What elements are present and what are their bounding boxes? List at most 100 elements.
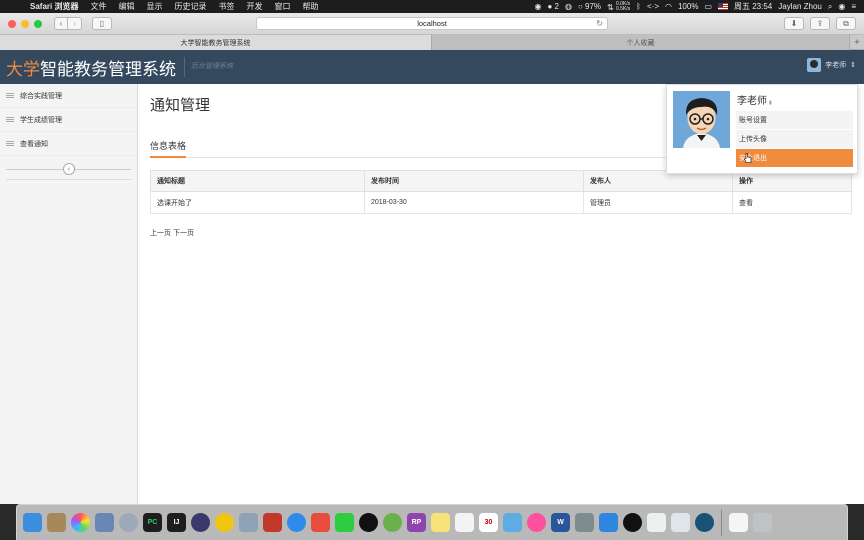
tab-label: 大学智能教务管理系统	[180, 39, 251, 47]
axure-rp-icon[interactable]: RP	[407, 513, 426, 532]
sidebar-item-practice[interactable]: 综合实践管理	[0, 84, 137, 108]
menu-develop[interactable]: 开发	[240, 1, 268, 12]
table-row: 选课开始了 2018-03-30 管理员 查看	[150, 191, 852, 214]
share-button[interactable]: ⇪	[810, 17, 830, 30]
word-icon[interactable]: W	[551, 513, 570, 532]
photos-icon[interactable]	[71, 513, 90, 532]
qq-icon[interactable]	[359, 513, 378, 532]
view-link[interactable]: 查看	[732, 191, 852, 214]
web-page: 大学智能教务管理系统 后台管理系统 李老师 ⇕ 综合实践管理 学生成绩管理 查看…	[0, 50, 864, 504]
stickies-icon[interactable]	[431, 513, 450, 532]
app-header: 大学智能教务管理系统 后台管理系统 李老师 ⇕	[0, 50, 864, 84]
collapse-sidebar-icon[interactable]: ‹	[63, 163, 75, 175]
calendar-icon[interactable]: 30	[479, 513, 498, 532]
reload-icon[interactable]: ↻	[596, 19, 603, 28]
column-header-time: 发布时间	[364, 170, 584, 192]
menu-window[interactable]: 窗口	[268, 1, 296, 12]
prev-page-link[interactable]: 上一页	[150, 230, 171, 237]
bluetooth-icon[interactable]: ᛒ	[636, 2, 641, 11]
preview-icon[interactable]	[95, 513, 114, 532]
menu-edit[interactable]: 编辑	[112, 1, 140, 12]
sidebar-item-grades[interactable]: 学生成绩管理	[0, 108, 137, 132]
logout-item[interactable]: 安全退出	[736, 149, 853, 167]
notice-table: 通知标题 发布时间 发布人 操作 选课开始了 2018-03-30 管理员 查看	[150, 170, 852, 214]
sidebar-item-label: 查看通知	[20, 140, 48, 148]
notes-book-icon[interactable]	[47, 513, 66, 532]
downloads-button[interactable]: ⬇	[784, 17, 804, 30]
sidebar-item-notices[interactable]: 查看通知	[0, 132, 137, 156]
script-editor-icon[interactable]	[647, 513, 666, 532]
cell-title: 选课开始了	[150, 191, 365, 214]
zoom-window-icon[interactable]	[34, 19, 42, 28]
trash-icon[interactable]	[753, 513, 772, 532]
music-player-icon[interactable]	[383, 513, 402, 532]
tomcat-icon[interactable]	[215, 513, 234, 532]
finder-icon[interactable]	[23, 513, 42, 532]
window-controls	[8, 19, 42, 28]
record-icon[interactable]: ◉	[534, 2, 541, 11]
user-name-menubar[interactable]: Jaylan Zhou	[778, 2, 822, 11]
app-title: 大学智能教务管理系统	[6, 55, 176, 80]
sidebar-toggle-button[interactable]: ▯	[92, 17, 112, 30]
notification-icon[interactable]: ● 2	[547, 2, 559, 11]
database-icon[interactable]	[239, 513, 258, 532]
battery-circle-icon[interactable]: ○ 97%	[578, 2, 601, 11]
redis-icon[interactable]	[263, 513, 282, 532]
maps-icon[interactable]	[503, 513, 522, 532]
tabs-overview-button[interactable]: ⧉	[836, 17, 856, 30]
baidu-netdisk-icon[interactable]	[599, 513, 618, 532]
app-title-rest: 智能教务管理系统	[40, 59, 176, 79]
eclipse-icon[interactable]	[191, 513, 210, 532]
launchpad-icon[interactable]	[119, 513, 138, 532]
tab-label: 个人收藏	[626, 39, 655, 47]
next-page-link[interactable]: 下一页	[173, 230, 194, 237]
menu-view[interactable]: 显示	[140, 1, 168, 12]
minimize-window-icon[interactable]	[21, 19, 29, 28]
address-bar[interactable]: localhost ↻	[256, 17, 608, 30]
tab-bar: 大学智能教务管理系统 个人收藏 +	[0, 35, 864, 50]
input-source-flag-icon[interactable]	[718, 3, 729, 10]
code-icon[interactable]: <·>	[647, 2, 659, 11]
battery-icon[interactable]: ▭	[704, 2, 712, 11]
tab-academic-system[interactable]: 大学智能教务管理系统	[0, 35, 432, 50]
siri-icon[interactable]: ◉	[838, 2, 845, 11]
toolbar-right: ⬇ ⇪ ⧉	[784, 17, 856, 30]
qq-alt-icon[interactable]	[623, 513, 642, 532]
reminders-icon[interactable]	[455, 513, 474, 532]
notification-center-icon[interactable]: ≡	[851, 2, 856, 11]
menu-help[interactable]: 帮助	[296, 1, 324, 12]
wechat-status-icon[interactable]: ◍	[565, 2, 572, 11]
java-icon[interactable]	[671, 513, 690, 532]
close-window-icon[interactable]	[8, 19, 16, 28]
user-name: 李老师	[825, 62, 847, 69]
menu-history[interactable]: 历史记录	[168, 1, 212, 12]
wifi-icon[interactable]: ◠	[665, 2, 672, 11]
remote-desktop-icon[interactable]	[311, 513, 330, 532]
back-button[interactable]: ‹	[54, 17, 68, 30]
url-text: localhost	[417, 19, 447, 28]
menu-bookmarks[interactable]: 书签	[212, 1, 240, 12]
menu-lines-icon	[6, 117, 14, 122]
datetime[interactable]: 周五 23:54	[734, 1, 772, 12]
system-preferences-icon[interactable]	[575, 513, 594, 532]
upload-avatar-item[interactable]: 上传头像	[736, 130, 853, 148]
macos-menubar: Safari 浏览器 文件 编辑 显示 历史记录 书签 开发 窗口 帮助 ◉ ●…	[0, 0, 864, 13]
new-tab-button[interactable]: +	[850, 35, 864, 49]
tab-favorites[interactable]: 个人收藏	[432, 35, 850, 50]
user-menu-button[interactable]: 李老师 ⇕	[807, 58, 856, 72]
notification-count: 2	[554, 2, 559, 11]
avatar	[807, 58, 822, 72]
intellij-icon[interactable]: IJ	[167, 513, 186, 532]
spotlight-icon[interactable]: ⌕	[828, 2, 832, 12]
menu-app-name[interactable]: Safari 浏览器	[24, 1, 84, 12]
itunes-icon[interactable]	[527, 513, 546, 532]
quicktime-icon[interactable]	[695, 513, 714, 532]
forward-button[interactable]: ›	[68, 17, 82, 30]
account-settings-item[interactable]: 账号设置	[736, 111, 853, 129]
menu-file[interactable]: 文件	[84, 1, 112, 12]
tab-info-table[interactable]: 信息表格	[150, 139, 187, 158]
document-icon[interactable]	[729, 513, 748, 532]
safari-icon[interactable]	[287, 513, 306, 532]
wechat-icon[interactable]	[335, 513, 354, 532]
pycharm-icon[interactable]: PC	[143, 513, 162, 532]
